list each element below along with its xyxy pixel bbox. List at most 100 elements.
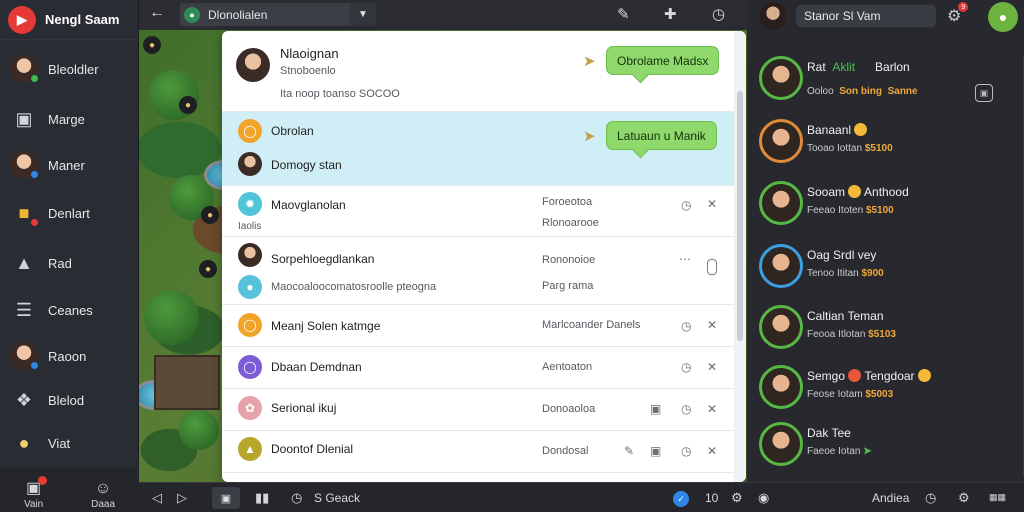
close-icon[interactable]: ✕: [707, 402, 717, 416]
toggle[interactable]: [707, 259, 717, 275]
gear-icon[interactable]: ⚙ 9: [947, 2, 969, 26]
scrollbar-thumb[interactable]: [737, 91, 743, 341]
chevron-down-icon[interactable]: ▼: [350, 3, 376, 26]
back-arrow-icon[interactable]: ←: [149, 4, 165, 22]
sidebar-item-6[interactable]: ☰ Ceanes: [0, 292, 139, 328]
timer-icon[interactable]: ◷: [291, 490, 302, 506]
friend-name: Banaanl: [807, 123, 868, 137]
clock-icon[interactable]: ◷: [925, 490, 936, 506]
row-meta: Dondosal: [542, 445, 589, 457]
orange-icon: ◯: [238, 313, 262, 337]
next-icon[interactable]: ▷: [177, 490, 187, 506]
square-icon[interactable]: ▣: [975, 84, 993, 102]
notification-count: 9: [958, 2, 969, 12]
home-button[interactable]: ▣ Vain: [23, 476, 48, 510]
friend-status: Feooa Itlotan $5103: [807, 329, 896, 340]
emoji-icon: [917, 369, 931, 382]
table-row[interactable]: ◯ Dbaan Demdnan Aentoaton ◷ ✕: [222, 347, 734, 389]
sidebar-item-8[interactable]: ❖ Blelod: [0, 382, 139, 418]
avatar: [759, 365, 803, 409]
avatar: [759, 305, 803, 349]
list-item[interactable]: Nlaoignan Stnoboenlo Ita noop toanso SOC…: [222, 31, 734, 112]
row-title: Doontof Dlenial: [271, 442, 354, 456]
profile-icon[interactable]: ●: [988, 2, 1018, 32]
scrollbar[interactable]: [734, 31, 746, 482]
friend-item[interactable]: Banaanl Tooao Iottan $5100: [757, 115, 1017, 171]
table-row[interactable]: ▲ Doontof Dlenial Dondosal ✎ ▣ ◷ ✕: [222, 431, 734, 473]
friend-item[interactable]: Caltian Teman Feooa Itlotan $5103: [757, 301, 1017, 357]
channel-select[interactable]: ● Dlonolialen ▼: [180, 3, 376, 26]
smile-button[interactable]: ☺ Daaa: [91, 480, 115, 510]
avatar: [759, 244, 803, 288]
row-meta-2: Parg rama: [542, 280, 594, 292]
record-icon[interactable]: ◉: [758, 490, 769, 506]
purple-icon: ◯: [238, 355, 262, 379]
table-row[interactable]: ✹ Maovglanolan Iaolis Foroeotoa Rlonoaro…: [222, 186, 734, 237]
clock-icon[interactable]: ◷: [712, 5, 725, 23]
image-icon[interactable]: ▣: [650, 402, 661, 416]
friend-item[interactable]: Oag Srdl vey Tenoo Ititan $900: [757, 240, 1017, 296]
bottom-bar: ◁ ▷ ▣ ▮▮ ◷ S Geack ✓ 10 ⚙ ◉ Andiea ◷ ⚙ ▦…: [139, 482, 1024, 512]
close-icon[interactable]: ✕: [707, 360, 717, 374]
avatar: [759, 119, 803, 163]
refresh-icon[interactable]: ⚙: [958, 490, 970, 506]
image-icon[interactable]: ▣: [650, 444, 661, 458]
username[interactable]: Stanor Sl Vam: [796, 5, 936, 27]
edit-icon[interactable]: ✎: [617, 5, 630, 23]
bag-icon: ▣: [15, 108, 33, 129]
friend-item[interactable]: Semgo Tengdoar Feose Iotam $5003: [757, 361, 1017, 417]
avatar: [236, 48, 270, 82]
table-row[interactable]: Sorpehloegdlankan ● Maocoaloocomatosrool…: [222, 237, 734, 305]
table-row[interactable]: ✿ Serional ikuj Donoaoloa ▣ ◷ ✕: [222, 389, 734, 431]
row-subtitle: Iaolis: [238, 221, 262, 232]
avatar: [759, 56, 803, 100]
stop-button[interactable]: ▣: [212, 487, 240, 509]
book-icon[interactable]: ▮▮: [255, 490, 269, 506]
pin-icon[interactable]: ➤: [583, 127, 596, 145]
friend-item[interactable]: Sooam Anthood Feeao Itoten $5100: [757, 177, 1017, 233]
more-icon[interactable]: ⋯: [679, 252, 691, 266]
friend-item[interactable]: Dak Tee Faeoe Iotan ➤: [757, 418, 1017, 474]
settings-icon[interactable]: ⚙: [731, 490, 743, 506]
close-icon[interactable]: ✕: [707, 444, 717, 458]
brand[interactable]: ▶ Nengl Saam: [0, 0, 138, 40]
edit-icon[interactable]: ✎: [624, 444, 634, 458]
timer-icon[interactable]: ◷: [681, 360, 691, 374]
row-meta: Aentoaton: [542, 361, 593, 373]
game-icon: ●: [201, 206, 219, 224]
channel-name: Dlonolialen: [208, 7, 268, 22]
message-bubble[interactable]: Obrolame Madsx: [606, 46, 720, 75]
badge-icon: ■: [10, 199, 39, 227]
close-icon[interactable]: ✕: [707, 197, 717, 211]
pin-icon[interactable]: ➤: [583, 52, 596, 70]
sidebar-item-2[interactable]: ▣ Marge: [0, 101, 139, 137]
sidebar-item-5[interactable]: ▲ Rad: [0, 245, 139, 281]
app-title: Nengl Saam: [45, 12, 120, 27]
tree: [179, 410, 219, 450]
table-row[interactable]: ◯ Meanj Solen katmge Marlcoander Danels …: [222, 305, 734, 347]
sidebar-item-7[interactable]: Raoon: [0, 338, 139, 374]
clock-icon[interactable]: ◷: [681, 444, 691, 458]
check-icon[interactable]: ✓: [673, 491, 689, 507]
game-icon: ●: [143, 36, 161, 54]
home-label: Vain: [23, 499, 44, 510]
sidebar-item-3[interactable]: Maner: [0, 147, 139, 183]
list-item-highlighted[interactable]: ◯ Obrolan Domogy stan ➤ Latuaun u Manik: [222, 112, 734, 186]
message-bubble[interactable]: Latuaun u Manik: [606, 121, 717, 150]
clock-icon[interactable]: ◷: [681, 319, 691, 333]
close-icon[interactable]: ✕: [707, 318, 717, 332]
sidebar-item-label: Ceanes: [48, 302, 93, 318]
friend-name: Sooam Anthood: [807, 185, 909, 199]
clock-icon[interactable]: ◷: [681, 198, 691, 212]
prev-icon[interactable]: ◁: [152, 490, 162, 506]
clock-icon[interactable]: ◷: [681, 402, 691, 416]
friend-status: Tenoo Ititan $900: [807, 268, 884, 279]
sidebar-item-1[interactable]: Bleoldler: [0, 51, 139, 87]
avatar: [238, 152, 262, 176]
sidebar-item-label: Raoon: [48, 348, 87, 364]
sidebar-item-4[interactable]: ■ Denlart: [0, 195, 139, 231]
avatar[interactable]: [759, 2, 787, 30]
sidebar-item-9[interactable]: ● Viat: [0, 425, 139, 461]
grid-icon[interactable]: ▦▦: [989, 492, 1006, 503]
plus-icon[interactable]: ✚: [664, 5, 677, 23]
